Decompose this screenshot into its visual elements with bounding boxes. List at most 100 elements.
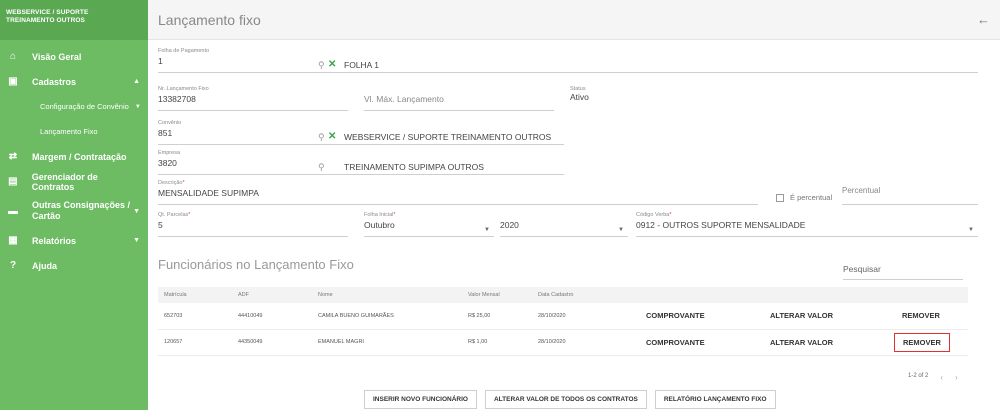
column-header-action-3 [888,287,968,303]
cell-nome: EMANUEL MAGRI [312,329,462,356]
remover-button[interactable]: REMOVER [888,303,968,330]
sidebar-item-gerenciador[interactable]: ▤ Gerenciador de Contratos [0,169,148,194]
search-icon[interactable]: ⚲ [318,132,325,143]
vl-max-input: Vl. Máx. Lançamento [364,94,444,104]
main-content: Lançamento fixo ← Folha de Pagamento 1 ⚲… [148,0,1000,410]
pagination: 1-2 of 2 ‹ › [908,373,958,382]
nr-lancamento-value: 13382708 [158,94,196,104]
empresa-label: Empresa [158,150,181,156]
clear-icon[interactable]: ✕ [328,131,336,142]
codigo-verba-value: 0912 - OUTROS SUPORTE MENSALIDADE [636,220,806,230]
search-icon[interactable]: ⚲ [318,162,325,173]
sidebar-item-configuracao-convenio[interactable]: Configuração de Convênio ▼ [0,94,148,119]
descricao-label-text: Descrição [158,180,183,186]
sidebar-item-label: Relatórios [32,235,77,246]
sidebar-item-label: Visão Geral [32,51,82,62]
cell-matricula: 652703 [158,303,232,330]
folha-inicial-year: 2020 [500,220,519,230]
empresa-text: TREINAMENTO SUPIMPA OUTROS [344,162,484,172]
column-header-valor[interactable]: Valor Mensal [462,287,532,303]
help-icon: ? [9,260,17,271]
folha-label: Folha de Pagamento [158,48,210,54]
sidebar-item-label: Configuração de Convênio [40,102,129,111]
comprovante-button[interactable]: COMPROVANTE [640,329,764,356]
search-input[interactable]: Pesquisar [843,264,963,280]
sidebar-item-visao-geral[interactable]: ⌂ Visão Geral [0,44,148,69]
descricao-label: Descrição* [158,180,185,186]
table-header-row: Matrícula ADF Nome Valor Mensal Data Cad… [158,287,968,303]
column-header-matricula[interactable]: Matrícula [158,287,232,303]
brand: WEBSERVICE / SUPORTE TREINAMENTO OUTROS [0,0,148,40]
next-page-icon[interactable]: › [955,373,958,382]
cell-matricula: 120657 [158,329,232,356]
report-icon: ▦ [8,235,18,246]
sidebar-item-margem[interactable]: ⇄ Margem / Contratação [0,144,148,169]
folha-text: FOLHA 1 [344,60,379,70]
previous-page-icon[interactable]: ‹ [940,373,943,382]
column-header-nome[interactable]: Nome [312,287,462,303]
sidebar-item-relatorios[interactable]: ▦ Relatórios ▼ [0,228,148,253]
sidebar-item-cadastros[interactable]: ▣ Cadastros ▲ [0,69,148,94]
codigo-verba-label-text: Código Verba [636,212,670,218]
insert-employee-button[interactable]: INSERIR NOVO FUNCIONÁRIO [364,390,477,409]
sidebar-item-outras-consignacoes[interactable]: ▬ Outras Consignações / Cartão ▼ [0,194,148,228]
column-header-adf[interactable]: ADF [232,287,312,303]
sidebar: WEBSERVICE / SUPORTE TREINAMENTO OUTROS … [0,0,148,410]
percentual-checkbox[interactable] [776,194,784,202]
status-value: Ativo [570,92,589,102]
folha-inicial-month-select[interactable]: Folha Inicial* Outubro ▼ [364,212,494,237]
section-title: Funcionários no Lançamento Fixo [158,257,354,272]
folha-inicial-month: Outubro [364,220,395,230]
page-title: Lançamento fixo [158,11,261,28]
vl-max-field[interactable]: Vl. Máx. Lançamento [364,86,554,111]
action-buttons: INSERIR NOVO FUNCIONÁRIO ALTERAR VALOR D… [364,390,776,409]
folha-inicial-label: Folha Inicial* [364,212,396,218]
sidebar-item-label: Outras Consignações / Cartão [32,200,130,222]
folha-inicial-year-select[interactable]: 2020 ▼ [500,212,628,237]
nr-lancamento-label: Nr. Lançamento Fixo [158,86,209,92]
folha-value: 1 [158,56,163,66]
sidebar-item-label-line-2: Cartão [32,211,61,221]
chevron-down-icon: ▼ [133,207,140,215]
column-header-data[interactable]: Data Cadastro [532,287,640,303]
table-row: 652703 44410049 CAMILA BUENO GUIMARÃES R… [158,303,968,330]
descricao-field[interactable]: Descrição* MENSALIDADE SUPIMPA [158,180,758,205]
clear-icon[interactable]: ✕ [328,59,336,70]
qt-parcelas-label: Qt. Parcelas* [158,212,191,218]
sidebar-item-ajuda[interactable]: ? Ajuda [0,253,148,278]
qt-parcelas-field[interactable]: Qt. Parcelas* 5 [158,212,348,237]
sidebar-item-label: Margem / Contratação [32,151,127,162]
comprovante-button[interactable]: COMPROVANTE [640,303,764,330]
sidebar-item-label: Cadastros [32,76,77,87]
app: WEBSERVICE / SUPORTE TREINAMENTO OUTROS … [0,0,1000,410]
folha-field[interactable]: Folha de Pagamento 1 [158,48,978,73]
cell-valor: R$ 1,00 [462,329,532,356]
qt-parcelas-label-text: Qt. Parcelas [158,212,189,218]
header: Lançamento fixo ← [148,0,1000,40]
handshake-icon: ⇄ [8,151,18,162]
convenio-text: WEBSERVICE / SUPORTE TREINAMENTO OUTROS [344,132,552,142]
qt-parcelas-value: 5 [158,220,163,230]
percentual-input: Percentual [842,186,881,195]
table-row: 120657 44350049 EMANUEL MAGRI R$ 1,00 28… [158,329,968,356]
sidebar-item-label: Gerenciador de Contratos [31,171,98,192]
percentual-checkbox-label: É percentual [790,193,833,202]
percentual-field[interactable]: Percentual [842,186,978,205]
alterar-valor-button[interactable]: ALTERAR VALOR [764,329,888,356]
cell-adf: 44410049 [232,303,312,330]
remover-button[interactable]: REMOVER [894,332,950,352]
alter-all-values-button[interactable]: ALTERAR VALOR DE TODOS OS CONTRATOS [484,390,647,409]
cell-data: 28/10/2020 [532,329,640,356]
report-button[interactable]: RELATÓRIO LANÇAMENTO FIXO [654,390,776,409]
descricao-value: MENSALIDADE SUPIMPA [158,188,259,198]
sidebar-nav: ⌂ Visão Geral ▣ Cadastros ▲ Configuração… [0,40,148,278]
codigo-verba-select[interactable]: Código Verba* 0912 - OUTROS SUPORTE MENS… [636,212,978,237]
alterar-valor-button[interactable]: ALTERAR VALOR [764,303,888,330]
brand-line-1: WEBSERVICE / SUPORTE [6,9,89,16]
arrow-left-icon[interactable]: ← [977,12,990,27]
document-icon: ▣ [8,76,18,87]
sidebar-item-label: Lançamento Fixo [40,127,98,136]
nr-lancamento-field[interactable]: Nr. Lançamento Fixo 13382708 [158,86,348,111]
search-icon[interactable]: ⚲ [318,60,325,71]
sidebar-item-lancamento-fixo[interactable]: Lançamento Fixo [0,119,148,144]
